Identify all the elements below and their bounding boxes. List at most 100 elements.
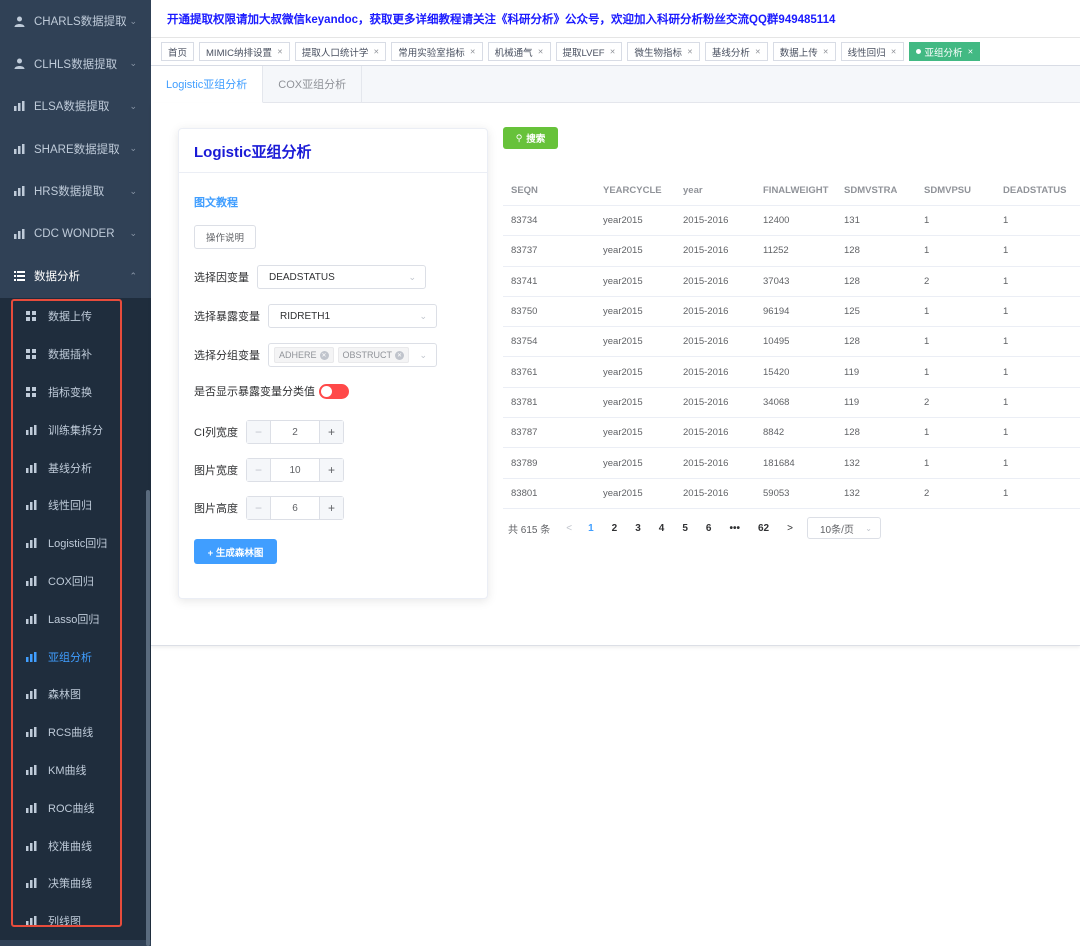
sidebar-menu-2[interactable]: ELSA数据提取 ⌄ [0,85,151,128]
page-number[interactable]: 6 [706,523,712,534]
sidebar-item-13[interactable]: ROC曲线 [0,789,151,827]
sidebar-item-3[interactable]: 训练集拆分 [0,411,151,449]
plus-icon[interactable]: + [319,459,343,481]
close-icon[interactable]: ✕ [395,350,405,360]
column-header[interactable]: year [675,185,755,196]
sidebar-item-15[interactable]: 决策曲线 [0,864,151,902]
minus-icon[interactable]: − [247,497,271,519]
page-number[interactable]: 5 [682,523,688,534]
height-value[interactable]: 6 [271,503,319,514]
sidebar-item-7[interactable]: COX回归 [0,562,151,600]
sidebar-item-14[interactable]: 校准曲线 [0,827,151,865]
show-values-switch[interactable] [319,383,349,399]
sidebar-item-0[interactable]: 数据上传 [0,298,151,336]
column-header[interactable]: SDMVSTRA [836,185,916,196]
sidebar-item-4[interactable]: 基线分析 [0,449,151,487]
close-icon[interactable]: ✕ [610,48,616,56]
page-number[interactable]: 62 [758,523,769,534]
ci-value[interactable]: 2 [271,427,319,438]
close-icon[interactable]: ✕ [687,48,693,56]
tag-2[interactable]: 提取人口统计学 ✕ [294,42,387,61]
sidebar-item-8[interactable]: Lasso回归 [0,600,151,638]
sidebar-item-10[interactable]: 森林图 [0,675,151,713]
sidebar-menu-6[interactable]: 数据分析 ⌃ [0,255,151,298]
page-number[interactable]: 1 [588,523,594,534]
height-stepper[interactable]: − 6 + [246,496,344,520]
tag-5[interactable]: 提取LVEF ✕ [555,42,623,61]
sidebar-item-9[interactable]: 亚组分析 [0,638,151,676]
column-header[interactable]: DEADSTATUS [995,185,1080,196]
table-row[interactable]: 83787 year2015 2015-2016 8842 128 1 1 [503,418,1080,449]
chevron-left-icon[interactable]: < [566,523,572,534]
minus-icon[interactable]: − [247,421,271,443]
sidebar-menu-3[interactable]: SHARE数据提取 ⌄ [0,128,151,171]
sidebar-menu-0[interactable]: CHARLS数据提取 ⌄ [0,0,151,43]
sidebar-item-2[interactable]: 指标变换 [0,373,151,411]
close-icon[interactable]: ✕ [538,48,544,56]
exposure-select[interactable]: RIDRETH1 ⌄ [268,304,437,328]
page-number[interactable]: ••• [729,523,740,534]
plus-icon[interactable]: + [319,421,343,443]
dependent-select[interactable]: DEADSTATUS ⌄ [257,265,426,289]
tag-3[interactable]: 常用实验室指标 ✕ [391,42,483,61]
column-header[interactable]: FINALWEIGHT [755,185,836,196]
close-icon[interactable]: ✕ [755,48,761,56]
plus-icon[interactable]: + [319,497,343,519]
page-number[interactable]: 3 [635,523,641,534]
minus-icon[interactable]: − [247,459,271,481]
tag-9[interactable]: 线性回归 ✕ [840,42,904,61]
page-size-select[interactable]: 10条/页 ⌄ [806,517,881,539]
width-stepper[interactable]: − 10 + [246,458,344,482]
close-icon[interactable]: ✕ [373,48,379,56]
tag-1[interactable]: MIMIC纳排设置 ✕ [199,42,290,61]
table-row[interactable]: 83734 year2015 2015-2016 12400 131 1 1 [503,206,1080,237]
ci-stepper[interactable]: − 2 + [246,420,344,444]
tutorial-link[interactable]: 图文教程 [194,194,238,210]
page-number[interactable]: 4 [659,523,665,534]
table-row[interactable]: 83754 year2015 2015-2016 10495 128 1 1 [503,327,1080,358]
table-row[interactable]: 83789 year2015 2015-2016 181684 132 1 1 [503,448,1080,479]
close-icon[interactable]: ✕ [823,48,829,56]
close-icon[interactable]: ✕ [891,48,897,56]
page-number[interactable]: 2 [612,523,618,534]
chevron-right-icon[interactable]: > [787,523,793,534]
instructions-button[interactable]: 操作说明 [194,225,256,249]
close-icon[interactable]: ✕ [277,48,283,56]
column-header[interactable]: SDMVPSU [916,185,995,196]
sidebar-menu-1[interactable]: CLHLS数据提取 ⌄ [0,43,151,86]
close-icon[interactable]: ✕ [470,48,476,56]
table-row[interactable]: 83741 year2015 2015-2016 37043 128 2 1 [503,267,1080,297]
tag-4[interactable]: 机械通气 ✕ [487,42,551,61]
sidebar-item-16[interactable]: 列线图 [0,902,151,940]
table-row[interactable]: 83801 year2015 2015-2016 59053 132 2 1 [503,479,1080,509]
sidebar-item-6[interactable]: Logistic回归 [0,524,151,562]
group-select[interactable]: ADHERE ✕ OBSTRUCT ✕ ⌄ [268,343,437,367]
close-icon[interactable]: ✕ [319,350,329,360]
sidebar-item-11[interactable]: RCS曲线 [0,713,151,751]
sidebar-item-12[interactable]: KM曲线 [0,751,151,789]
column-header[interactable]: YEARCYCLE [595,185,675,196]
table-row[interactable]: 83761 year2015 2015-2016 15420 119 1 1 [503,357,1080,388]
sidebar-item-1[interactable]: 数据插补 [0,335,151,373]
sidebar-menu-4[interactable]: HRS数据提取 ⌄ [0,170,151,213]
width-value[interactable]: 10 [271,465,319,476]
tag-10[interactable]: 亚组分析 ✕ [908,42,981,61]
tab-cox-subgroup[interactable]: COX亚组分析 [263,66,363,102]
tag-0[interactable]: 首页 [161,42,195,61]
switch-knob [321,385,332,397]
table-cell: 2015-2016 [683,275,729,287]
search-button[interactable]: ⚲ 搜索 [503,127,558,149]
table-row[interactable]: 83781 year2015 2015-2016 34068 119 2 1 [503,388,1080,419]
sidebar-item-5[interactable]: 线性回归 [0,486,151,524]
tag-7[interactable]: 基线分析 ✕ [704,42,768,61]
sidebar-scrollbar[interactable] [146,490,150,946]
column-header[interactable]: SEQN [503,185,595,196]
sidebar-menu-5[interactable]: CDC WONDER ⌄ [0,213,151,256]
tag-6[interactable]: 微生物指标 ✕ [627,42,700,61]
tag-8[interactable]: 数据上传 ✕ [772,42,836,61]
close-icon[interactable]: ✕ [968,48,974,56]
table-row[interactable]: 83737 year2015 2015-2016 11252 128 1 1 [503,236,1080,267]
generate-forest-button[interactable]: + 生成森林图 [194,539,277,564]
table-row[interactable]: 83750 year2015 2015-2016 96194 125 1 1 [503,297,1080,328]
tab-logistic-subgroup[interactable]: Logistic亚组分析 [151,66,264,103]
